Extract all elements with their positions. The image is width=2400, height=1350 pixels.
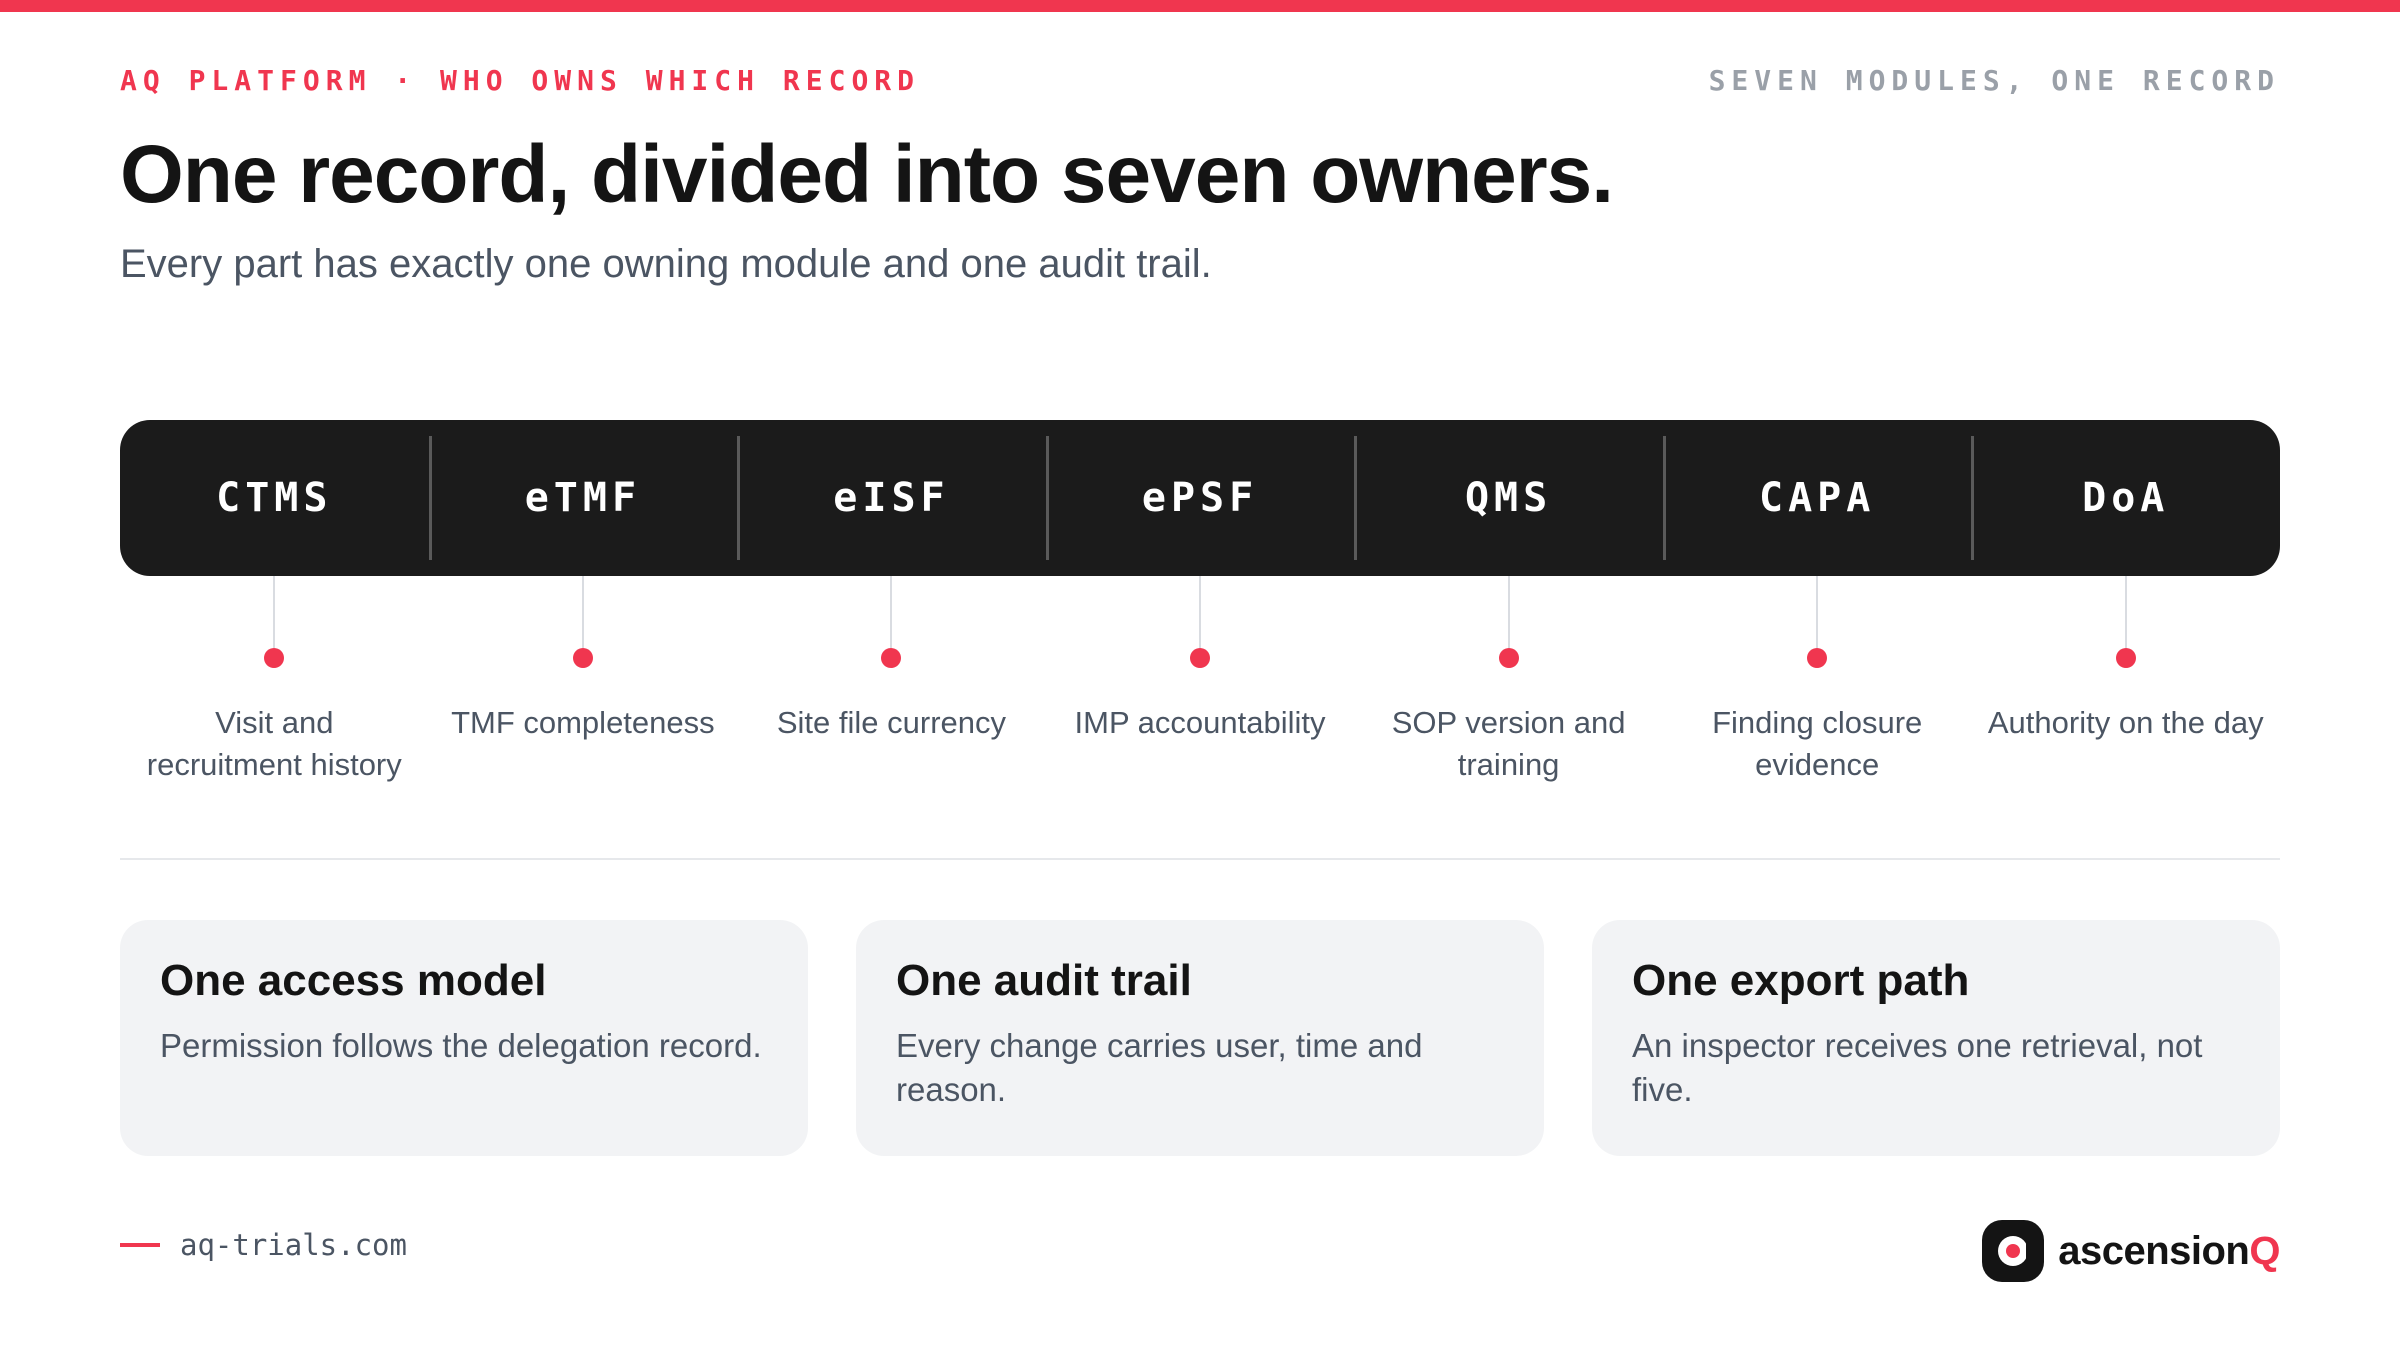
page-title: One record, divided into seven owners.	[120, 129, 1614, 220]
owner-qms: SOP version and training	[1354, 576, 1663, 796]
connector-line	[890, 576, 893, 648]
connector-dot	[1807, 648, 1828, 668]
card-export-path: One export path An inspector receives on…	[1592, 920, 2280, 1156]
module-bar: CTMS eTMF eISF ePSF QMS CAPA DoA	[120, 420, 2280, 576]
card-body: Every change carries user, time and reas…	[896, 1027, 1423, 1108]
connector-line	[2124, 576, 2127, 648]
module-doa: DoA	[1971, 420, 2280, 576]
owner-eisf: Site file currency	[737, 576, 1046, 796]
module-label: ePSF	[1141, 475, 1259, 521]
connector-line	[1507, 576, 1510, 648]
owner-description: SOP version and training	[1391, 705, 1626, 782]
brand-wordmark-main: ascension	[2058, 1228, 2250, 1273]
module-label: CAPA	[1759, 475, 1876, 521]
card-title: One access model	[160, 956, 547, 1005]
footer: aq-trials.com	[120, 1228, 407, 1262]
eyebrow-right-label: SEVEN MODULES, ONE RECORD	[1708, 64, 2280, 97]
connector-line	[1816, 576, 1819, 648]
ownership-row: Visit and recruitment history TMF comple…	[120, 576, 2280, 796]
card-title: One audit trail	[896, 956, 1192, 1005]
module-capa: CAPA	[1662, 420, 1972, 576]
owner-ctms: Visit and recruitment history	[120, 576, 429, 796]
brand-logo: ascensionQ	[1982, 1220, 2280, 1282]
connector-dot	[881, 648, 902, 668]
module-ctms: CTMS	[120, 420, 429, 576]
card-audit-trail: One audit trail Every change carries use…	[856, 920, 1544, 1156]
connector-dot	[572, 648, 593, 668]
page-subtitle: Every part has exactly one owning module…	[120, 242, 1212, 286]
connector-dot	[1190, 648, 1211, 668]
owner-capa: Finding closure evidence	[1663, 576, 1972, 796]
connector-dot	[264, 648, 285, 668]
connector-dot	[1498, 648, 1519, 668]
module-etmf: eTMF	[428, 420, 738, 576]
owner-description: TMF completeness	[451, 705, 715, 740]
module-label: eTMF	[524, 475, 642, 521]
owner-description: Visit and recruitment history	[146, 705, 402, 782]
module-epsf: ePSF	[1045, 420, 1355, 576]
card-body: An inspector receives one retrieval, not…	[1632, 1027, 2203, 1108]
owner-doa: Authority on the day	[1971, 576, 2280, 796]
card-title: One export path	[1632, 956, 1970, 1005]
connector-line	[273, 576, 276, 648]
module-eisf: eISF	[737, 420, 1046, 576]
brand-wordmark-accent: Q	[2249, 1228, 2280, 1273]
top-accent-bar	[0, 0, 2400, 12]
footer-dash	[120, 1243, 160, 1247]
module-label: CTMS	[216, 475, 333, 521]
owner-description: IMP accountability	[1074, 705, 1326, 740]
module-label: eISF	[833, 475, 950, 521]
owner-epsf: IMP accountability	[1046, 576, 1355, 796]
connector-dot	[2115, 648, 2136, 668]
owner-description: Finding closure evidence	[1712, 705, 1923, 782]
module-label: DoA	[2082, 475, 2170, 521]
owner-description: Authority on the day	[1987, 705, 2264, 740]
connector-line	[581, 576, 584, 648]
ascensionq-logo-icon	[1982, 1220, 2045, 1282]
card-access-model: One access model Permission follows the …	[120, 920, 808, 1156]
card-body: Permission follows the delegation record…	[160, 1027, 762, 1064]
section-divider	[120, 858, 2280, 860]
module-qms: QMS	[1354, 420, 1663, 576]
module-label: QMS	[1464, 475, 1553, 521]
eyebrow-label: AQ PLATFORM · WHO OWNS WHICH RECORD	[120, 64, 921, 97]
footer-url-link[interactable]: aq-trials.com	[180, 1228, 407, 1262]
brand-wordmark: ascensionQ	[2058, 1229, 2280, 1274]
owner-etmf: TMF completeness	[429, 576, 738, 796]
connector-line	[1199, 576, 1202, 648]
principle-cards: One access model Permission follows the …	[120, 920, 2280, 1156]
owner-description: Site file currency	[776, 705, 1006, 740]
